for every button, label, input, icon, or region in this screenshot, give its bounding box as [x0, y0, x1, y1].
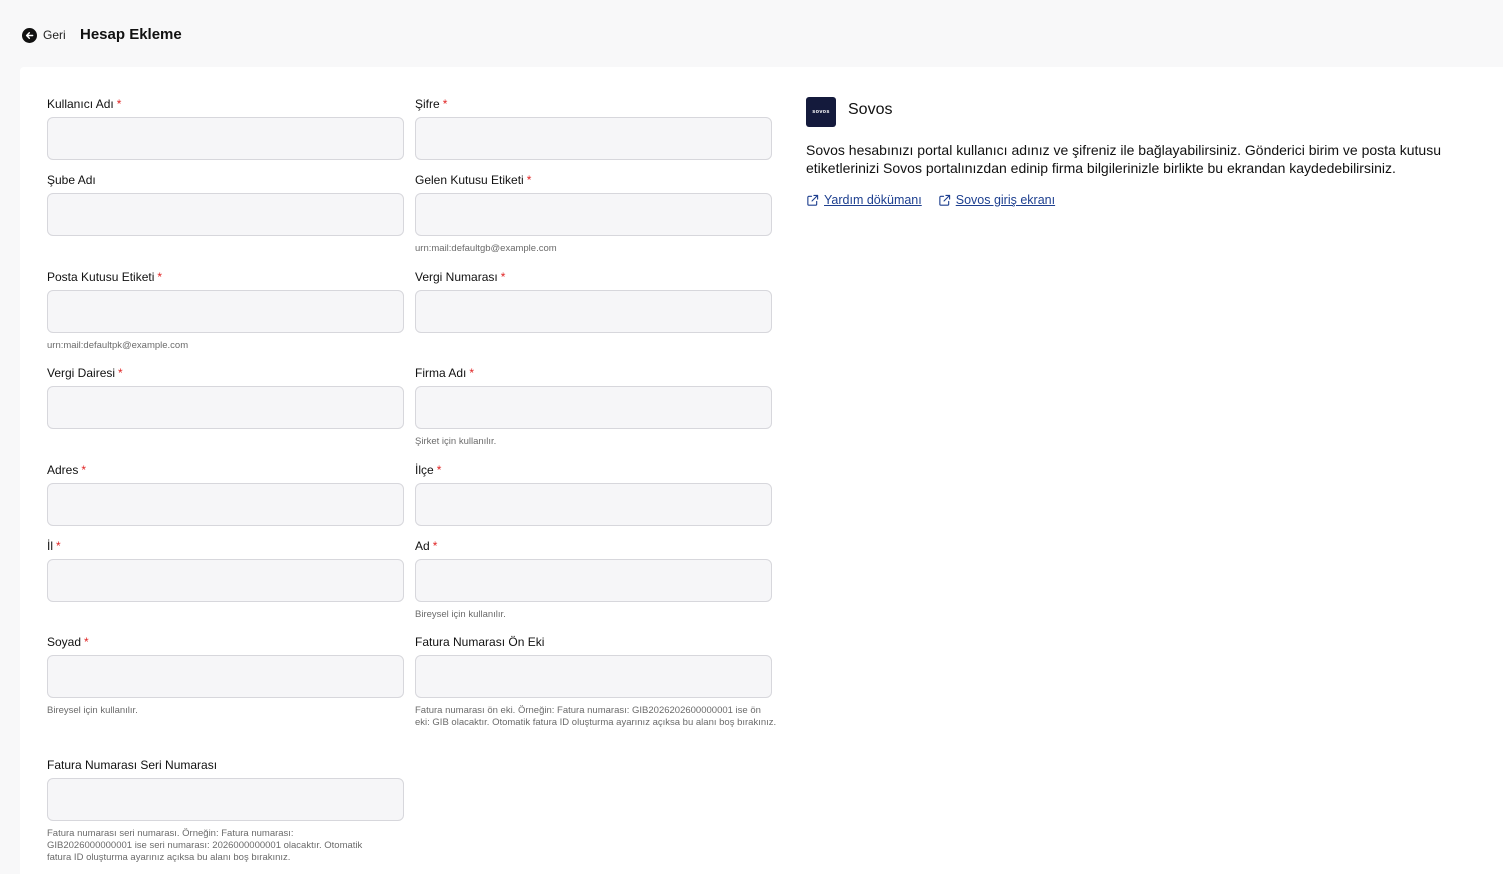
field-label: Kullanıcı Adı *	[47, 97, 122, 111]
field-label: Firma Adı *	[415, 366, 475, 380]
field-ad: Ad * Bireysel için kullanılır.	[415, 539, 772, 620]
required-marker: *	[157, 270, 163, 284]
ilce-input[interactable]	[415, 483, 772, 526]
field-label: Soyad *	[47, 635, 89, 649]
external-link-icon	[807, 194, 819, 206]
field-label: İlçe *	[415, 463, 442, 477]
field-label: Vergi Dairesi *	[47, 366, 123, 380]
sovos-logo: sovos	[806, 97, 836, 127]
field-label: Fatura Numarası Ön Eki	[415, 635, 545, 649]
form-card: Kullanıcı Adı * Şifre * Şube Adı Gelen Kut…	[20, 67, 1503, 874]
field-label: Şifre *	[415, 97, 448, 111]
help-document-link[interactable]: Yardım dökümanı	[806, 193, 922, 207]
required-marker: *	[81, 463, 87, 477]
field-ilce: İlçe *	[415, 463, 772, 526]
vergi-dairesi-input[interactable]	[47, 386, 404, 429]
external-link-icon	[939, 194, 950, 206]
field-label: Ad *	[415, 539, 438, 553]
field-posta-kutusu-etiketi: Posta Kutusu Etiketi * urn:mail:defaultpk…	[47, 270, 404, 351]
required-marker: *	[436, 463, 442, 477]
required-marker: *	[56, 539, 61, 553]
field-label: Posta Kutusu Etiketi *	[47, 270, 163, 284]
field-hint: urn:mail:defaultgb@example.com	[415, 243, 557, 254]
field-hint: urn:mail:defaultpk@example.com	[47, 340, 189, 351]
provider-name: Sovos	[848, 101, 893, 118]
required-marker: *	[118, 366, 123, 380]
field-kullanici-adi: Kullanıcı Adı *	[47, 97, 404, 160]
page-title: Hesap Ekleme	[80, 26, 182, 43]
il-input[interactable]	[47, 559, 404, 602]
kullanici-adi-input[interactable]	[47, 117, 404, 160]
firma-adi-input[interactable]	[415, 386, 772, 429]
field-soyad: Soyad * Bireysel için kullanılır.	[47, 635, 404, 716]
field-adres: Adres *	[47, 463, 404, 526]
field-sube-adi: Şube Adı	[47, 173, 404, 236]
back-label: Geri	[43, 28, 66, 42]
provider-description: Sovos hesabınızı portal kullanıcı adınız…	[806, 142, 1441, 176]
field-vergi-numarasi: Vergi Numarası *	[415, 270, 772, 333]
field-vergi-dairesi: Vergi Dairesi *	[47, 366, 404, 429]
field-hint: Bireysel için kullanılır.	[47, 705, 138, 716]
top-bar: Geri Hesap Ekleme	[0, 0, 1503, 66]
field-firma-adi: Firma Adı * Şirket için kullanılır.	[415, 366, 772, 447]
back-button[interactable]: Geri	[22, 26, 66, 44]
field-fatura-on-eki: Fatura Numarası Ön Eki Fatura numarası ö…	[415, 635, 776, 728]
field-label: Şube Adı	[47, 173, 96, 187]
required-marker: *	[500, 270, 506, 284]
sovos-login-link[interactable]: Sovos giriş ekranı	[938, 193, 1055, 207]
required-marker: *	[432, 539, 438, 553]
field-label: İl *	[47, 539, 61, 553]
provider-links: Yardım dökümanı Sovos giriş ekranı	[806, 193, 1055, 207]
required-marker: *	[116, 97, 122, 111]
field-label: Vergi Numarası *	[415, 270, 506, 284]
posta-kutusu-etiketi-input[interactable]	[47, 290, 404, 333]
soyad-input[interactable]	[47, 655, 404, 698]
field-fatura-seri: Fatura Numarası Seri Numarası Fatura num…	[47, 758, 404, 863]
required-marker: *	[469, 366, 475, 380]
field-label: Gelen Kutusu Etiketi *	[415, 173, 532, 187]
field-label: Fatura Numarası Seri Numarası	[47, 758, 218, 772]
field-il: İl *	[47, 539, 404, 602]
ad-input[interactable]	[415, 559, 772, 602]
field-hint: Bireysel için kullanılır.	[415, 609, 506, 620]
adres-input[interactable]	[47, 483, 404, 526]
sifre-input[interactable]	[415, 117, 772, 160]
required-marker: *	[442, 97, 448, 111]
required-marker: *	[84, 635, 89, 649]
field-hint: Şirket için kullanılır.	[415, 436, 497, 447]
required-marker: *	[526, 173, 532, 187]
field-label: Adres *	[47, 463, 87, 477]
vergi-numarasi-input[interactable]	[415, 290, 772, 333]
arrow-left-icon	[22, 27, 37, 43]
sube-adi-input[interactable]	[47, 193, 404, 236]
field-hint: Fatura numarası seri numarası. Örneğin: …	[47, 828, 363, 863]
field-hint: Fatura numarası ön eki. Örneğin: Fatura …	[415, 705, 777, 728]
field-gelen-kutusu-etiketi: Gelen Kutusu Etiketi * urn:mail:defaultgb…	[415, 173, 772, 254]
fatura-on-eki-input[interactable]	[415, 655, 772, 698]
field-sifre: Şifre *	[415, 97, 772, 160]
fatura-seri-input[interactable]	[47, 778, 404, 821]
gelen-kutusu-etiketi-input[interactable]	[415, 193, 772, 236]
provider-panel: sovos Sovos Sovos hesabınızı portal kull…	[806, 97, 1496, 207]
